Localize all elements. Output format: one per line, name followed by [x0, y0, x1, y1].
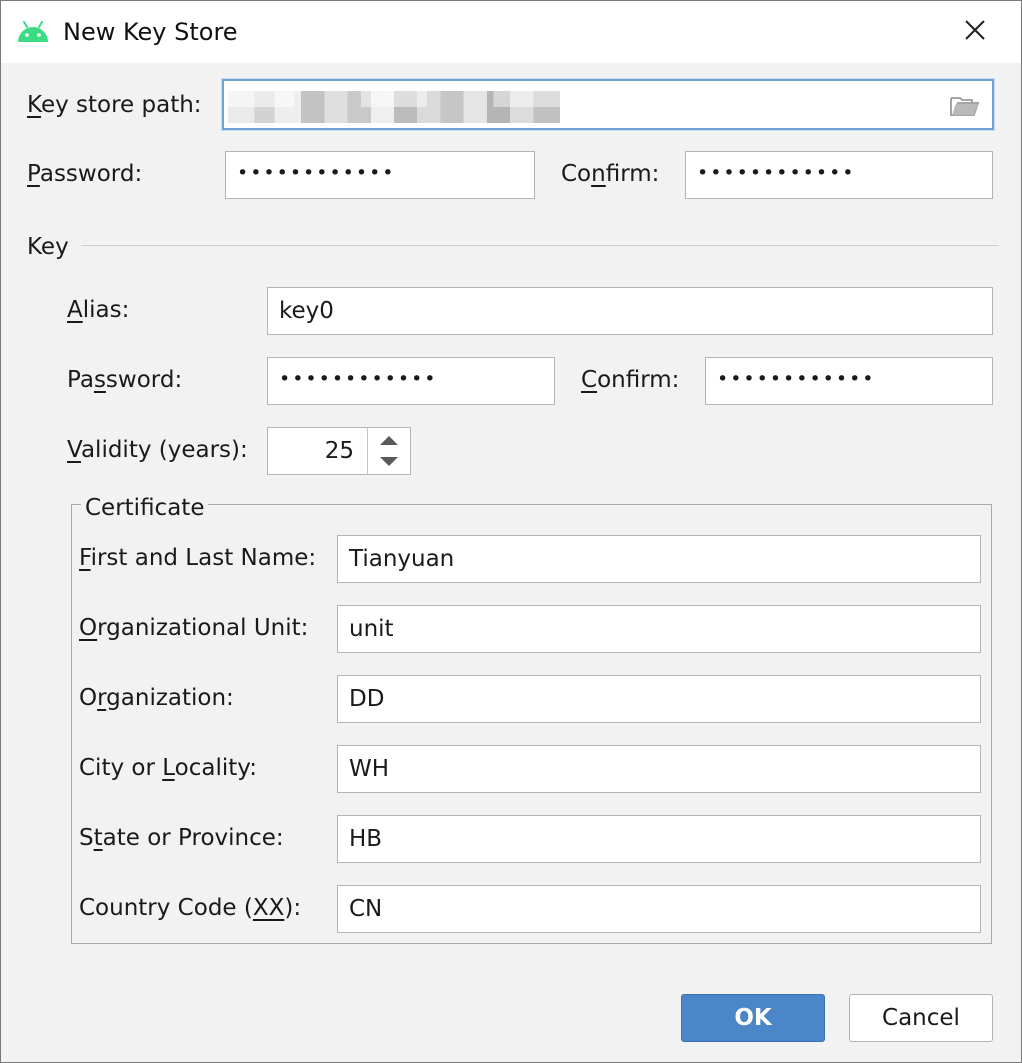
keystore-confirm-input[interactable]: •••••••••••• — [685, 151, 993, 199]
city-locality-label: City or Locality: — [79, 753, 257, 783]
label-text: ganization: — [106, 685, 234, 711]
label-mnemonic: A — [67, 297, 83, 323]
label-text: S — [79, 825, 94, 851]
country-code-input[interactable]: CN — [337, 885, 981, 933]
spinner-decrement-button[interactable] — [368, 451, 410, 472]
label-mnemonic: C — [581, 367, 598, 393]
first-last-name-input[interactable]: Tianyuan — [337, 535, 981, 583]
alias-label: Alias: — [67, 295, 129, 325]
label-mnemonic: n — [591, 161, 606, 187]
label-mnemonic: r — [97, 685, 107, 711]
validity-label: Validity (years): — [67, 435, 248, 465]
close-icon — [964, 19, 986, 45]
key-confirm-input[interactable]: •••••••••••• — [705, 357, 993, 405]
label-mnemonic: s — [93, 367, 106, 393]
alias-input[interactable]: key0 — [267, 287, 993, 335]
organization-label: Organization: — [79, 683, 234, 713]
close-button[interactable] — [951, 11, 999, 53]
label-mnemonic: O — [79, 615, 98, 641]
folder-icon[interactable] — [950, 94, 980, 118]
label-text: Co — [561, 161, 592, 187]
key-password-input[interactable]: •••••••••••• — [267, 357, 555, 405]
label-text: ): — [284, 895, 302, 921]
city-locality-input[interactable]: WH — [337, 745, 981, 793]
keystore-password-input[interactable]: •••••••••••• — [225, 151, 535, 199]
key-section-label: Key — [27, 234, 69, 260]
validity-spinner[interactable]: 25 — [267, 427, 411, 475]
redacted-path — [228, 91, 560, 123]
dialog-title: New Key Store — [63, 18, 238, 46]
validity-value[interactable]: 25 — [268, 436, 354, 466]
organizational-unit-input[interactable]: unit — [337, 605, 981, 653]
keystore-confirm-label: Confirm: — [561, 159, 659, 189]
new-key-store-dialog: New Key Store Key store path: Password: … — [0, 0, 1022, 1063]
triangle-down-icon — [379, 452, 399, 471]
key-store-path-label: Key store path: — [27, 90, 202, 120]
state-province-label: State or Province: — [79, 823, 284, 853]
label-text: lias: — [82, 297, 130, 323]
label-text: rganizational Unit: — [97, 615, 309, 641]
label-text: assword: — [39, 161, 143, 187]
label-mnemonic: V — [67, 437, 81, 463]
label-text: ocality: — [174, 755, 257, 781]
label-mnemonic: L — [162, 755, 175, 781]
label-text: O — [79, 685, 98, 711]
key-store-path-input[interactable] — [222, 79, 994, 130]
key-confirm-label: Confirm: — [581, 365, 679, 395]
label-text: Pa — [67, 367, 94, 393]
key-section-separator — [81, 245, 999, 246]
label-mnemonic: t — [93, 825, 103, 851]
key-password-label: Password: — [67, 365, 182, 395]
label-text: City or — [79, 755, 163, 781]
spinner-increment-button[interactable] — [368, 430, 410, 451]
triangle-up-icon — [379, 431, 399, 450]
certificate-legend: Certificate — [81, 493, 209, 523]
label-text: Country Code ( — [79, 895, 253, 921]
label-text: ey store path: — [40, 92, 202, 118]
label-text: sword: — [105, 367, 183, 393]
label-text: onfirm: — [597, 367, 680, 393]
organizational-unit-label: Organizational Unit: — [79, 613, 308, 643]
label-mnemonic: XX — [252, 895, 285, 921]
country-code-label: Country Code (XX): — [79, 893, 301, 923]
ok-button[interactable]: OK — [681, 994, 825, 1042]
label-text: ate or Province: — [102, 825, 284, 851]
label-mnemonic: P — [27, 161, 40, 187]
label-text: alidity (years): — [80, 437, 248, 463]
state-province-input[interactable]: HB — [337, 815, 981, 863]
first-last-name-label: First and Last Name: — [79, 543, 316, 573]
organization-input[interactable]: DD — [337, 675, 981, 723]
cancel-button[interactable]: Cancel — [849, 994, 993, 1042]
label-mnemonic: F — [79, 545, 91, 571]
label-text: firm: — [605, 161, 660, 187]
label-mnemonic: K — [27, 92, 41, 118]
android-icon — [17, 21, 49, 43]
keystore-password-label: Password: — [27, 159, 142, 189]
title-bar: New Key Store — [1, 1, 1021, 63]
label-text: irst and Last Name: — [90, 545, 317, 571]
